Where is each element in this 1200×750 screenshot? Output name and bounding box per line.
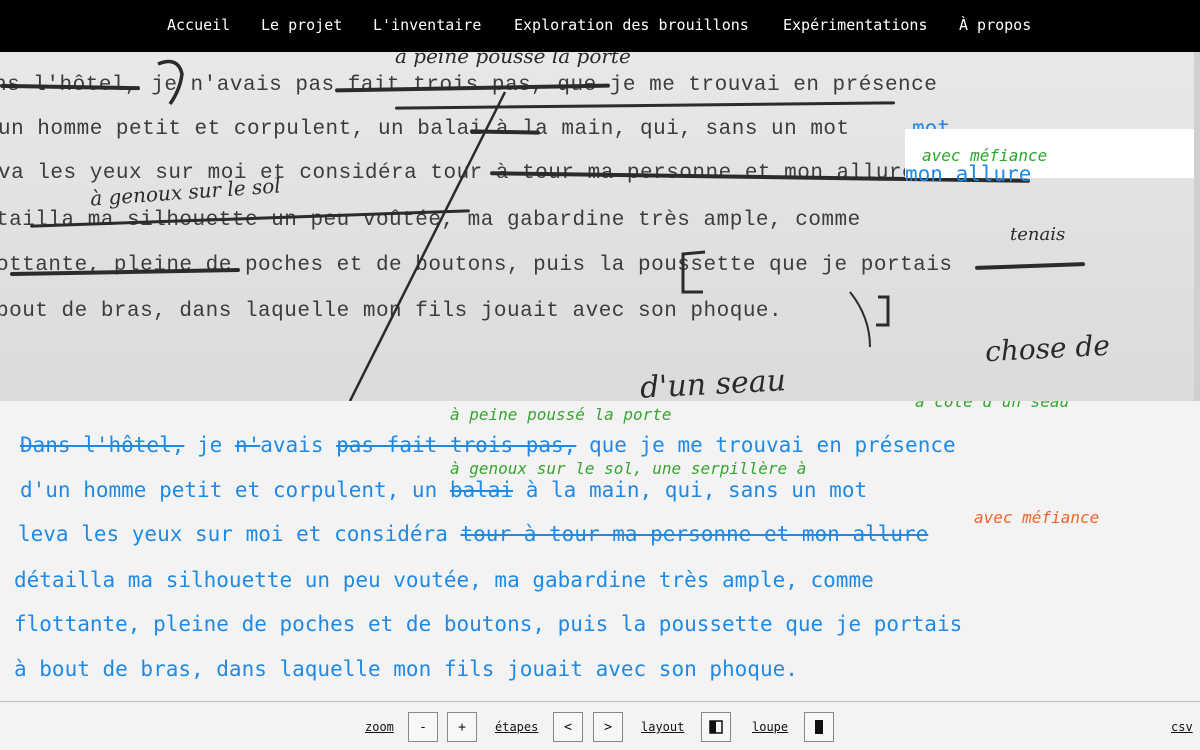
text-je: je — [184, 433, 235, 457]
text-un-homme: d'un homme petit et corpulent, un — [20, 478, 450, 502]
deleted-pas-fait: pas fait trois pas, — [336, 433, 577, 457]
transcript-line-4: détailla ma silhouette un peu voutée, ma… — [14, 568, 874, 592]
deleted-tour-a-tour: tour à tour ma personne et mon allure — [460, 522, 929, 546]
nav-exploration-brouillons[interactable]: Exploration des brouillons — [514, 16, 749, 34]
nav-accueil[interactable]: Accueil — [167, 16, 230, 34]
nav-experimentations[interactable]: Expérimentations — [783, 16, 928, 34]
transcript-line-6: à bout de bras, dans laquelle mon fils j… — [14, 657, 798, 681]
loupe-label: loupe — [752, 720, 789, 734]
etapes-label: étapes — [495, 720, 539, 734]
loupe-bar-icon — [815, 720, 823, 734]
deleted-n: n' — [234, 433, 261, 457]
next-step-button[interactable]: > — [593, 712, 623, 742]
top-navigation: Accueil Le projet L'inventaire Explorati… — [0, 0, 1200, 52]
text-a-la-main: à la main, qui, sans un mot — [513, 478, 868, 502]
zoom-out-button[interactable]: - — [408, 712, 438, 742]
text-leva-les-yeux: leva les yeux sur moi et considéra — [18, 522, 461, 546]
zoom-in-button[interactable]: + — [447, 712, 477, 742]
zoom-label: zoom — [365, 720, 394, 734]
split-layout-icon — [709, 720, 723, 734]
overlay-mon-allure: mon allure — [905, 162, 1032, 186]
insert-a-genoux: à genoux sur le sol, une serpillère à — [450, 459, 807, 478]
deleted-balai: balai — [449, 478, 514, 502]
bottom-toolbar: zoom - + étapes < > layout loupe csv — [0, 701, 1200, 750]
manuscript-scan[interactable]: ns l'hôtel, je n'avais pas fait trois pa… — [0, 52, 1200, 401]
insert-avec-mefiance: avec méfiance — [974, 508, 1100, 527]
deleted-dans-hotel: Dans l'hôtel, — [20, 433, 185, 457]
loupe-toggle-button[interactable] — [804, 712, 834, 742]
layout-label: layout — [641, 720, 685, 734]
transcript-line-2: d'un homme petit et corpulent, un balai … — [20, 478, 867, 502]
previous-step-button[interactable]: < — [553, 712, 583, 742]
transcript-line-3: leva les yeux sur moi et considéra tour … — [18, 522, 928, 546]
insert-a-peine-pousse: à peine poussé la porte — [450, 405, 672, 424]
nav-inventaire[interactable]: L'inventaire — [373, 16, 481, 34]
hand-drawn-marks — [157, 59, 890, 401]
insert-a-cote-seau: à côté d'un seau — [915, 401, 1070, 411]
nav-le-projet[interactable]: Le projet — [261, 16, 342, 34]
text-avais: avais — [260, 433, 337, 457]
layout-toggle-button[interactable] — [701, 712, 731, 742]
text-que-je-me-trouvai: que je me trouvai en présence — [576, 433, 956, 457]
transcript-line-1: Dans l'hôtel, je n'avais pas fait trois … — [20, 433, 956, 457]
csv-export-link[interactable]: csv — [1171, 720, 1193, 734]
nav-a-propos[interactable]: À propos — [959, 16, 1031, 34]
transcription-panel: à peine poussé la porte à côté d'un seau… — [0, 401, 1200, 701]
transcript-line-5: flottante, pleine de poches et de bouton… — [14, 612, 963, 636]
